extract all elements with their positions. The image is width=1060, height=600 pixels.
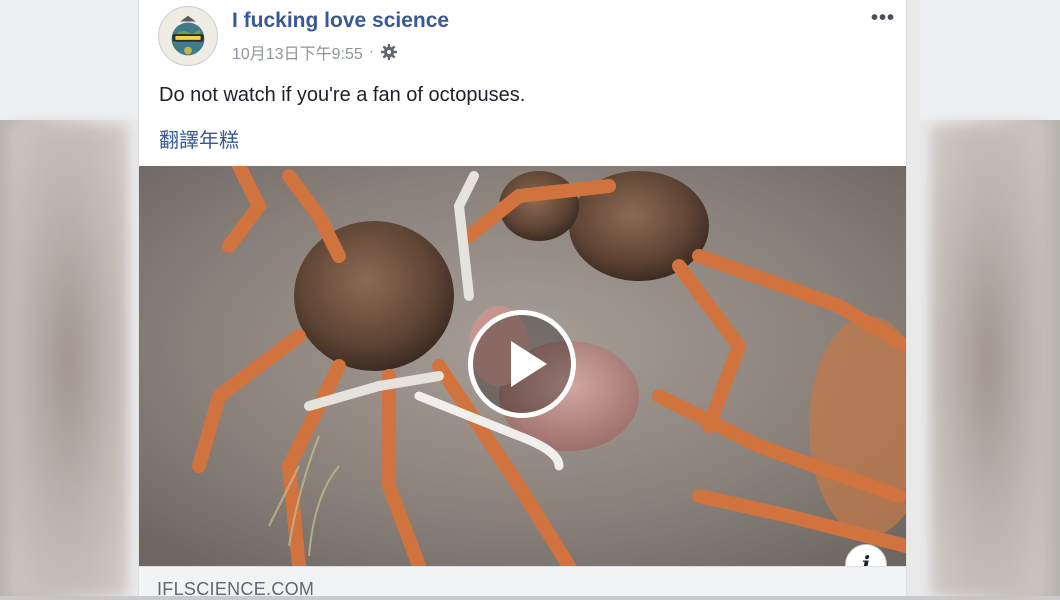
gear-icon[interactable] xyxy=(380,43,398,61)
background-blur-left xyxy=(10,125,128,596)
post-timestamp[interactable]: 10月13日下午9:55 xyxy=(232,40,363,64)
post-card: I fucking love science 10月13日下午9:55 · ••… xyxy=(138,0,907,599)
globe-logo-icon xyxy=(159,7,217,65)
background-top-left xyxy=(0,0,140,120)
see-translation-link[interactable]: 翻譯年糕 xyxy=(159,124,239,153)
play-icon xyxy=(511,341,547,387)
page-avatar[interactable] xyxy=(158,6,218,66)
background-blur-right xyxy=(930,125,1045,596)
video-player[interactable]: i xyxy=(139,166,906,566)
post-meta: 10月13日下午9:55 · xyxy=(232,40,398,64)
play-button[interactable] xyxy=(468,310,576,418)
background-top-right xyxy=(920,0,1060,120)
page-name-link[interactable]: I fucking love science xyxy=(232,9,449,33)
link-preview-footer[interactable]: IFLSCIENCE.COM xyxy=(139,566,906,599)
post-text: Do not watch if you're a fan of octopuse… xyxy=(159,84,526,106)
more-options-button[interactable]: ••• xyxy=(871,7,895,30)
link-domain: IFLSCIENCE.COM xyxy=(157,579,315,599)
meta-separator: · xyxy=(368,43,375,60)
